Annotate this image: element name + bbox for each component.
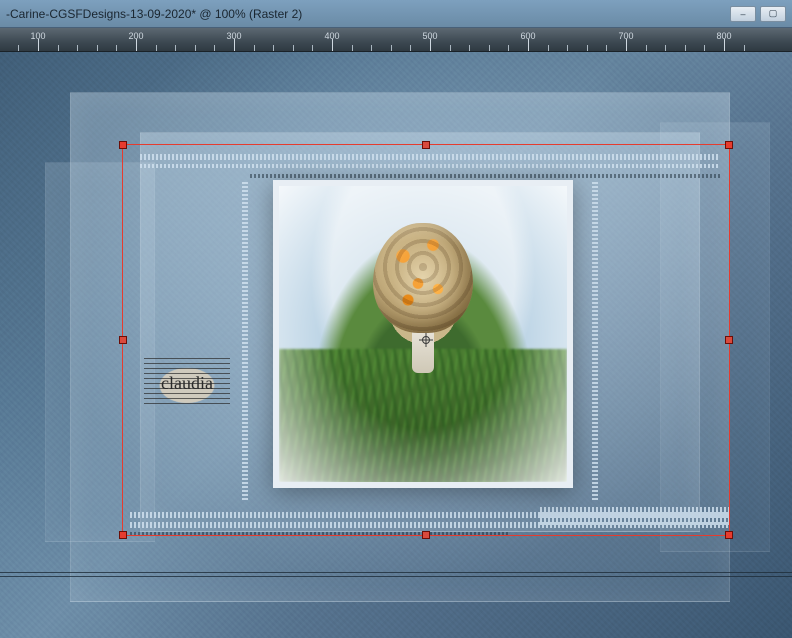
handle-e[interactable] bbox=[725, 336, 733, 344]
stripes-bottom-3 bbox=[130, 532, 510, 536]
panel-left-tall bbox=[45, 162, 155, 542]
ruler-label: 400 bbox=[324, 31, 339, 41]
ruler-label: 100 bbox=[30, 31, 45, 41]
stripes-left-v bbox=[242, 182, 248, 502]
handle-w[interactable] bbox=[119, 336, 127, 344]
panel-right-tall bbox=[660, 122, 770, 552]
watermark-text: claudia bbox=[161, 373, 213, 394]
watermark-stamp: claudia bbox=[144, 358, 230, 408]
photo-mushroom bbox=[368, 223, 478, 373]
horizontal-ruler[interactable]: 100 200 300 400 500 600 700 800 bbox=[0, 28, 792, 52]
maximize-button[interactable]: ▢ bbox=[760, 6, 786, 22]
ruler-ticks: 100 200 300 400 500 600 700 800 bbox=[0, 28, 792, 51]
canvas[interactable]: claudia bbox=[0, 52, 792, 638]
ruler-label: 300 bbox=[226, 31, 241, 41]
ruler-label: 600 bbox=[520, 31, 535, 41]
photo-card bbox=[273, 180, 573, 488]
stripes-top-3 bbox=[250, 174, 720, 178]
ruler-label: 200 bbox=[128, 31, 143, 41]
stripes-top-2 bbox=[140, 164, 720, 168]
guide-line-1 bbox=[0, 572, 792, 573]
document-title: -Carine-CGSFDesigns-13-09-2020* @ 100% (… bbox=[6, 7, 730, 21]
ruler-label: 800 bbox=[716, 31, 731, 41]
stripes-bottom-right bbox=[540, 507, 730, 525]
handle-se[interactable] bbox=[725, 531, 733, 539]
handle-sw[interactable] bbox=[119, 531, 127, 539]
handle-n[interactable] bbox=[422, 141, 430, 149]
handle-s[interactable] bbox=[422, 531, 430, 539]
handle-ne[interactable] bbox=[725, 141, 733, 149]
minimize-button[interactable]: – bbox=[730, 6, 756, 22]
stripes-top-1 bbox=[140, 154, 720, 160]
photo-grass bbox=[279, 349, 567, 482]
title-bar: -Carine-CGSFDesigns-13-09-2020* @ 100% (… bbox=[0, 0, 792, 28]
window-controls: – ▢ bbox=[730, 6, 786, 22]
ruler-label: 700 bbox=[618, 31, 633, 41]
ruler-label: 500 bbox=[422, 31, 437, 41]
stripes-right-v bbox=[592, 182, 598, 502]
photo bbox=[279, 186, 567, 482]
guide-line-2 bbox=[0, 576, 792, 577]
handle-nw[interactable] bbox=[119, 141, 127, 149]
